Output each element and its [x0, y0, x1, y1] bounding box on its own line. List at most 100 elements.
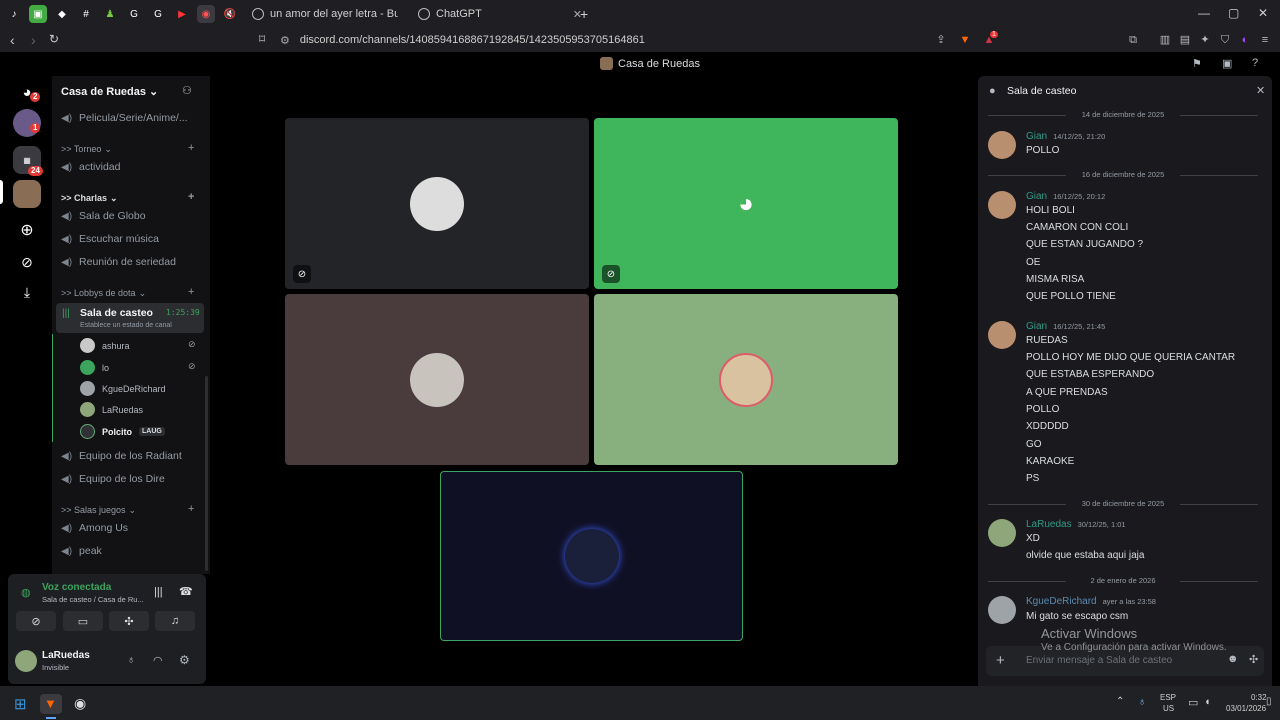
site-info-icon[interactable]: ⚙ [280, 34, 290, 47]
category-salas-juegos[interactable]: >> Salas juegos ⌄ + [61, 503, 210, 516]
participant-tile-kguederichard[interactable] [285, 294, 589, 465]
tab-chatgpt[interactable]: ChatGPT ✕ [410, 3, 590, 25]
author-name[interactable]: Gian [1026, 191, 1047, 202]
pinned-tab-google2-icon[interactable]: G [149, 5, 167, 23]
camera-off-button[interactable]: ⊘ [16, 611, 56, 631]
pinned-tab-slack-icon[interactable]: # [77, 5, 95, 23]
discover-icon[interactable]: ⊘ [13, 248, 41, 276]
pinned-tab-diamond-icon[interactable]: ◆ [53, 5, 71, 23]
screen-share-button[interactable]: ▭ [63, 611, 103, 631]
inbox-icon[interactable]: ▣ [1222, 57, 1232, 70]
add-channel-icon[interactable]: + [188, 286, 194, 298]
pinned-tab-muted-icon[interactable]: 🔇 [221, 5, 239, 23]
leo-icon[interactable]: ◐ [1238, 33, 1252, 47]
author-name[interactable]: LaRuedas [1026, 519, 1072, 530]
voice-user-ashura[interactable]: ashura [80, 338, 130, 353]
channel-among-us[interactable]: ◀) Among Us [61, 522, 128, 534]
avatar[interactable] [988, 519, 1016, 547]
participant-tile-laruedas[interactable] [594, 294, 898, 465]
reload-icon[interactable]: ↻ [49, 32, 59, 46]
media-icon[interactable]: ⧉ [1126, 33, 1140, 47]
channel-sala-de-globo[interactable]: ◀) Sala de Globo [61, 210, 146, 222]
pinned-tab-person-icon[interactable]: ♟ [101, 5, 119, 23]
extensions-icon[interactable]: ✦ [1198, 33, 1212, 47]
participant-tile-polcito[interactable] [440, 471, 743, 641]
forward-icon[interactable]: › [31, 32, 36, 48]
channel-equipo-radiant[interactable]: ◀) Equipo de los Radiant [61, 450, 182, 462]
category-torneo[interactable]: >> Torneo ⌄ + [61, 142, 210, 155]
emoji-icon[interactable]: ☻ [1227, 653, 1239, 665]
server-casa-de-ruedas[interactable] [13, 180, 41, 208]
clock-date[interactable]: 03/01/2026 [1226, 704, 1266, 713]
soundboard-button[interactable]: ♫ [155, 611, 195, 631]
channel-peak[interactable]: ◀) peak [61, 545, 102, 557]
microphone-icon[interactable]: ♁ [127, 654, 135, 666]
channel-escuchar-musica[interactable]: ◀) Escuchar música [61, 233, 159, 245]
headphones-icon[interactable]: ◠ [153, 654, 163, 667]
share-icon[interactable]: ⇪ [934, 33, 948, 47]
add-channel-icon[interactable]: + [188, 142, 194, 154]
voice-location[interactable]: Sala de casteo / Casa de Ru... [42, 595, 144, 604]
taskbar-app-icon[interactable]: ◉ [74, 695, 86, 712]
tab-search[interactable]: un amor del ayer letra - Buscar con G [244, 3, 410, 25]
channel-status-text[interactable]: Establece un estado de canal [80, 322, 172, 329]
url-field[interactable]: ⚙ discord.com/channels/14085941688671928… [280, 31, 970, 49]
clock-time[interactable]: 0:32 [1251, 693, 1267, 702]
vpn-icon[interactable]: ⛉ [1218, 33, 1232, 47]
download-icon[interactable]: ⤓ [13, 278, 41, 306]
settings-gear-icon[interactable]: ⚙ [179, 653, 190, 667]
add-attachment-icon[interactable]: + [996, 652, 1005, 669]
voice-user-kguederichard[interactable]: KgueDeRichard [80, 381, 166, 396]
pinned-tab-record-icon[interactable]: ◉ [197, 5, 215, 23]
pinned-tab-youtube-icon[interactable]: ▶ [173, 5, 191, 23]
category-lobbys-de-dota[interactable]: >> Lobbys de dota ⌄ + [61, 286, 210, 299]
channel-reunion-de-seriedad[interactable]: ◀) Reunión de seriedad [61, 256, 176, 268]
back-icon[interactable]: ‹ [10, 32, 15, 48]
voice-user-polcito[interactable]: Polcito LAUG [80, 424, 165, 439]
username[interactable]: LaRuedas [42, 650, 90, 661]
flag-icon[interactable]: ⚑ [1192, 57, 1202, 70]
participant-tile-ashura[interactable]: ⊘ [285, 118, 589, 289]
add-server-icon[interactable]: ⊕ [13, 216, 41, 244]
avatar[interactable] [988, 321, 1016, 349]
voice-status[interactable]: Voz conectada [42, 582, 111, 593]
close-window-icon[interactable]: ✕ [1258, 6, 1268, 20]
input-region[interactable]: US [1163, 704, 1174, 713]
maximize-icon[interactable]: ▢ [1228, 6, 1239, 20]
input-language[interactable]: ESP [1160, 693, 1176, 702]
avatar[interactable] [15, 650, 37, 672]
help-icon[interactable]: ? [1252, 57, 1258, 69]
windows-start-icon[interactable]: ⊞ [14, 695, 27, 713]
channel-equipo-dire[interactable]: ◀) Equipo de los Dire [61, 473, 165, 485]
add-channel-icon[interactable]: + [188, 191, 194, 203]
avatar[interactable] [988, 191, 1016, 219]
add-channel-icon[interactable]: + [188, 503, 194, 515]
brave-shields-icon[interactable]: ▼ [958, 33, 972, 47]
close-icon[interactable]: ✕ [1256, 84, 1265, 97]
network-icon[interactable]: ▭ [1188, 696, 1198, 709]
tray-chevron-icon[interactable]: ⌃ [1116, 696, 1124, 707]
author-name[interactable]: Gian [1026, 131, 1047, 142]
new-tab-button[interactable]: + [572, 3, 596, 25]
participant-tile-lo[interactable]: ◕ ⊘ [594, 118, 898, 289]
channel-sala-de-casteo-selected[interactable]: ||| Sala de casteo 1:25:39 Establece un … [56, 303, 204, 333]
author-name[interactable]: KgueDeRichard [1026, 596, 1097, 607]
pinned-tab-tiktok-icon[interactable]: ♪ [5, 5, 23, 23]
minimize-icon[interactable]: — [1198, 6, 1210, 20]
notifications-icon[interactable]: ▯ [1266, 696, 1272, 707]
volume-icon[interactable]: ◖ [1204, 696, 1211, 708]
scrollbar[interactable] [205, 376, 208, 571]
voice-user-lo[interactable]: lo [80, 360, 109, 375]
sidebar-icon[interactable]: ▥ [1158, 33, 1172, 47]
disconnect-icon[interactable]: ☎ [179, 585, 193, 598]
invite-icon[interactable]: ⚇ [182, 84, 192, 97]
author-name[interactable]: Gian [1026, 321, 1047, 332]
activities-button[interactable]: ✣ [109, 611, 149, 631]
wallet-icon[interactable]: ▤ [1178, 33, 1192, 47]
pinned-tab-google-icon[interactable]: G [125, 5, 143, 23]
bookmark-icon[interactable]: ⌑ [259, 32, 265, 46]
avatar[interactable] [988, 596, 1016, 624]
channel-actividad[interactable]: ◀) actividad [61, 161, 120, 173]
category-charlas[interactable]: >> Charlas ⌄ + [61, 191, 210, 204]
menu-icon[interactable]: ≡ [1258, 33, 1272, 47]
